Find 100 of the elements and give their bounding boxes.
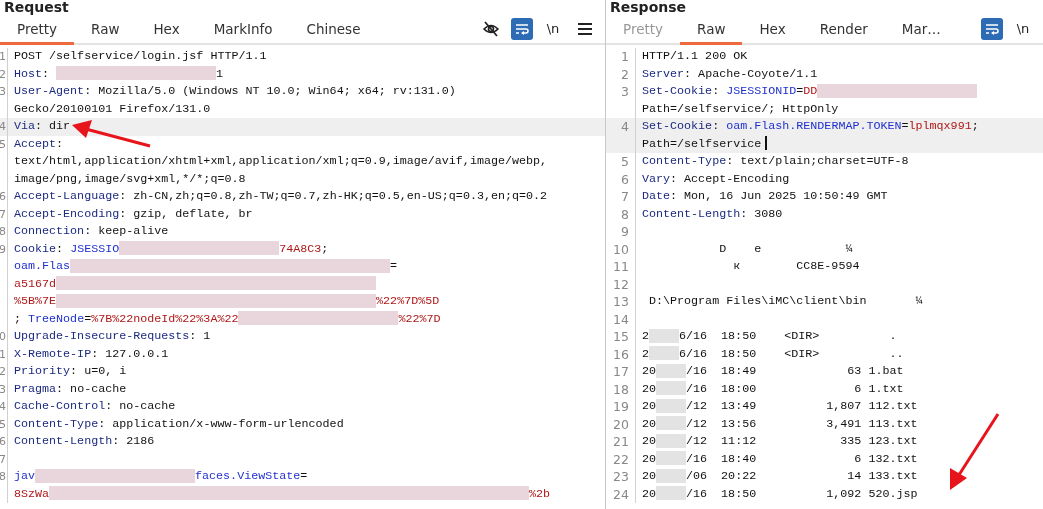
code-text: Gecko/20100101 Firefox/131.0 xyxy=(14,101,211,116)
line-number: 10 xyxy=(613,241,629,257)
code-text: ; xyxy=(14,311,22,326)
line-number: 1 xyxy=(621,49,629,64)
code-text: : no-cache xyxy=(56,381,127,396)
code-text: : xyxy=(56,241,65,256)
line-number: 18 xyxy=(613,381,629,397)
header-name: Set-Cookie xyxy=(642,84,713,98)
tab[interactable]: MarkInfo xyxy=(196,15,290,45)
code-text: /16 18:50 1,092 520.jsp xyxy=(686,486,918,501)
redaction-block xyxy=(656,381,687,396)
code-text: Path=/selfservice xyxy=(642,136,762,151)
tab[interactable]: Render xyxy=(802,15,885,45)
line-number: 12 xyxy=(613,276,629,292)
redaction-block xyxy=(656,398,687,413)
cookie-name: oam.Flash.RENDERMAP.TOKEN xyxy=(726,119,902,133)
tab[interactable]: Mar… xyxy=(884,15,958,45)
code-text: : Mozilla/5.0 (Windows NT 10.0; Win64; x64; rv:131.0) xyxy=(84,84,456,98)
header-name: X-Remote-IP xyxy=(14,346,92,361)
panel-title: Response xyxy=(609,0,688,15)
code-text: : xyxy=(42,66,51,81)
line-number: 17 xyxy=(613,364,629,379)
line-number: 9 xyxy=(621,224,629,239)
tab[interactable]: Raw xyxy=(680,15,743,45)
wrap-lines-button[interactable] xyxy=(511,18,533,40)
line-number: 8 xyxy=(0,470,6,483)
line-number: 24 xyxy=(613,486,629,502)
line-number: 0 xyxy=(0,330,6,343)
code-text: 20 xyxy=(642,469,657,483)
header-name: Accept xyxy=(14,136,57,151)
code-text: 20 xyxy=(642,451,657,466)
code-text: : 1 xyxy=(189,329,211,343)
line-number: 20 xyxy=(613,416,629,432)
tab[interactable]: Hex xyxy=(136,15,197,45)
code-text: 20 xyxy=(642,486,657,501)
code-text: text/html,application/xhtml+xml,application/xml;q=0.9,image/avif,image/webp, xyxy=(14,154,548,168)
code-text: /16 18:40 6 132.txt xyxy=(686,451,918,466)
code-text: 20 xyxy=(642,381,657,396)
code-text: : xyxy=(712,119,721,133)
panel-title: Request xyxy=(3,0,70,15)
newline-toggle[interactable]: \n xyxy=(1011,17,1035,41)
code-text: /12 13:49 1,807 112.txt xyxy=(686,399,918,413)
code-text: : u=0, i xyxy=(70,364,127,378)
code-text: 20 xyxy=(642,416,657,431)
code-text: : Mon, 16 Jun 2025 10:50:49 GMT xyxy=(670,189,888,203)
code-text: = xyxy=(901,119,909,133)
header-name: Priority xyxy=(14,364,71,378)
code-text: : xyxy=(56,136,64,151)
code-text: /16 18:49 63 1.bat xyxy=(686,364,904,378)
code-text: Path=/selfservice/; HttpOnly xyxy=(642,101,839,116)
tab[interactable]: Pretty xyxy=(0,15,75,45)
line-number: 11 xyxy=(613,259,629,274)
tab[interactable]: Chinese xyxy=(289,15,378,45)
line-number: 13 xyxy=(613,294,629,309)
code-text: : zh-CN,zh;q=0.8,zh-TW;q=0.7,zh-HK;q=0.5,en-US;q=0.3,en;q=0.2 xyxy=(119,189,548,203)
line-number: 4 xyxy=(0,400,6,413)
line-number: 19 xyxy=(613,399,629,414)
line-number: 7 xyxy=(621,189,629,204)
redaction-block xyxy=(649,346,679,361)
code-text: 2 xyxy=(642,346,649,361)
header-name: Content-Type xyxy=(14,416,99,431)
line-number: 16 xyxy=(613,346,629,362)
tab[interactable]: Raw xyxy=(74,15,137,45)
line-number: 8 xyxy=(621,206,629,222)
header-name: Accept-Encoding xyxy=(14,206,120,221)
header-name: User-Agent xyxy=(14,84,85,98)
line-number: 7 xyxy=(0,207,6,221)
code-text: : 3080 xyxy=(740,206,783,221)
code-text: : application/x-www-form-urlencoded xyxy=(98,416,344,431)
code-text: : 2186 xyxy=(112,434,155,448)
code-text: /12 13:56 3,491 113.txt xyxy=(686,416,918,431)
wrap-icon xyxy=(515,23,529,35)
newline-toggle[interactable]: \n xyxy=(541,17,565,41)
code-text: /06 20:22 14 133.txt xyxy=(686,469,918,483)
line-number: 5 xyxy=(0,137,6,151)
cookie-value: %22%7D%5D xyxy=(376,294,440,308)
redaction-block xyxy=(656,416,687,431)
code-text: 2 xyxy=(642,329,649,343)
header-name: Via xyxy=(14,119,36,133)
line-number: 21 xyxy=(613,434,629,449)
code-text: : text/plain;charset=UTF-8 xyxy=(726,154,909,168)
tab[interactable]: Hex xyxy=(742,15,803,45)
code-text: 20 xyxy=(642,399,657,413)
code-text: = xyxy=(390,259,398,273)
wrap-lines-button[interactable] xyxy=(981,18,1003,40)
line-number: 6 xyxy=(621,171,629,187)
code-text: 20 xyxy=(642,364,657,378)
cookie-name: JSESSIO xyxy=(70,241,120,256)
header-name: Connection xyxy=(14,224,85,238)
code-text: 1 xyxy=(216,66,224,81)
code-text: 6/16 18:50 <DIR> . xyxy=(679,329,897,343)
line-number: 14 xyxy=(613,311,629,327)
cookie-value: %7B%22nodeId%22%3A%22 xyxy=(91,311,239,326)
header-name: Upgrade-Insecure-Requests xyxy=(14,329,190,343)
header-name: Pragma xyxy=(14,381,57,396)
line-number: 5 xyxy=(621,154,629,169)
code-text: POST /selfservice/login.jsf HTTP/1.1 xyxy=(14,49,267,63)
code-text: ; xyxy=(321,241,329,256)
code-text: : no-cache xyxy=(105,399,176,413)
cookie-value: 8SzWa xyxy=(14,486,50,501)
